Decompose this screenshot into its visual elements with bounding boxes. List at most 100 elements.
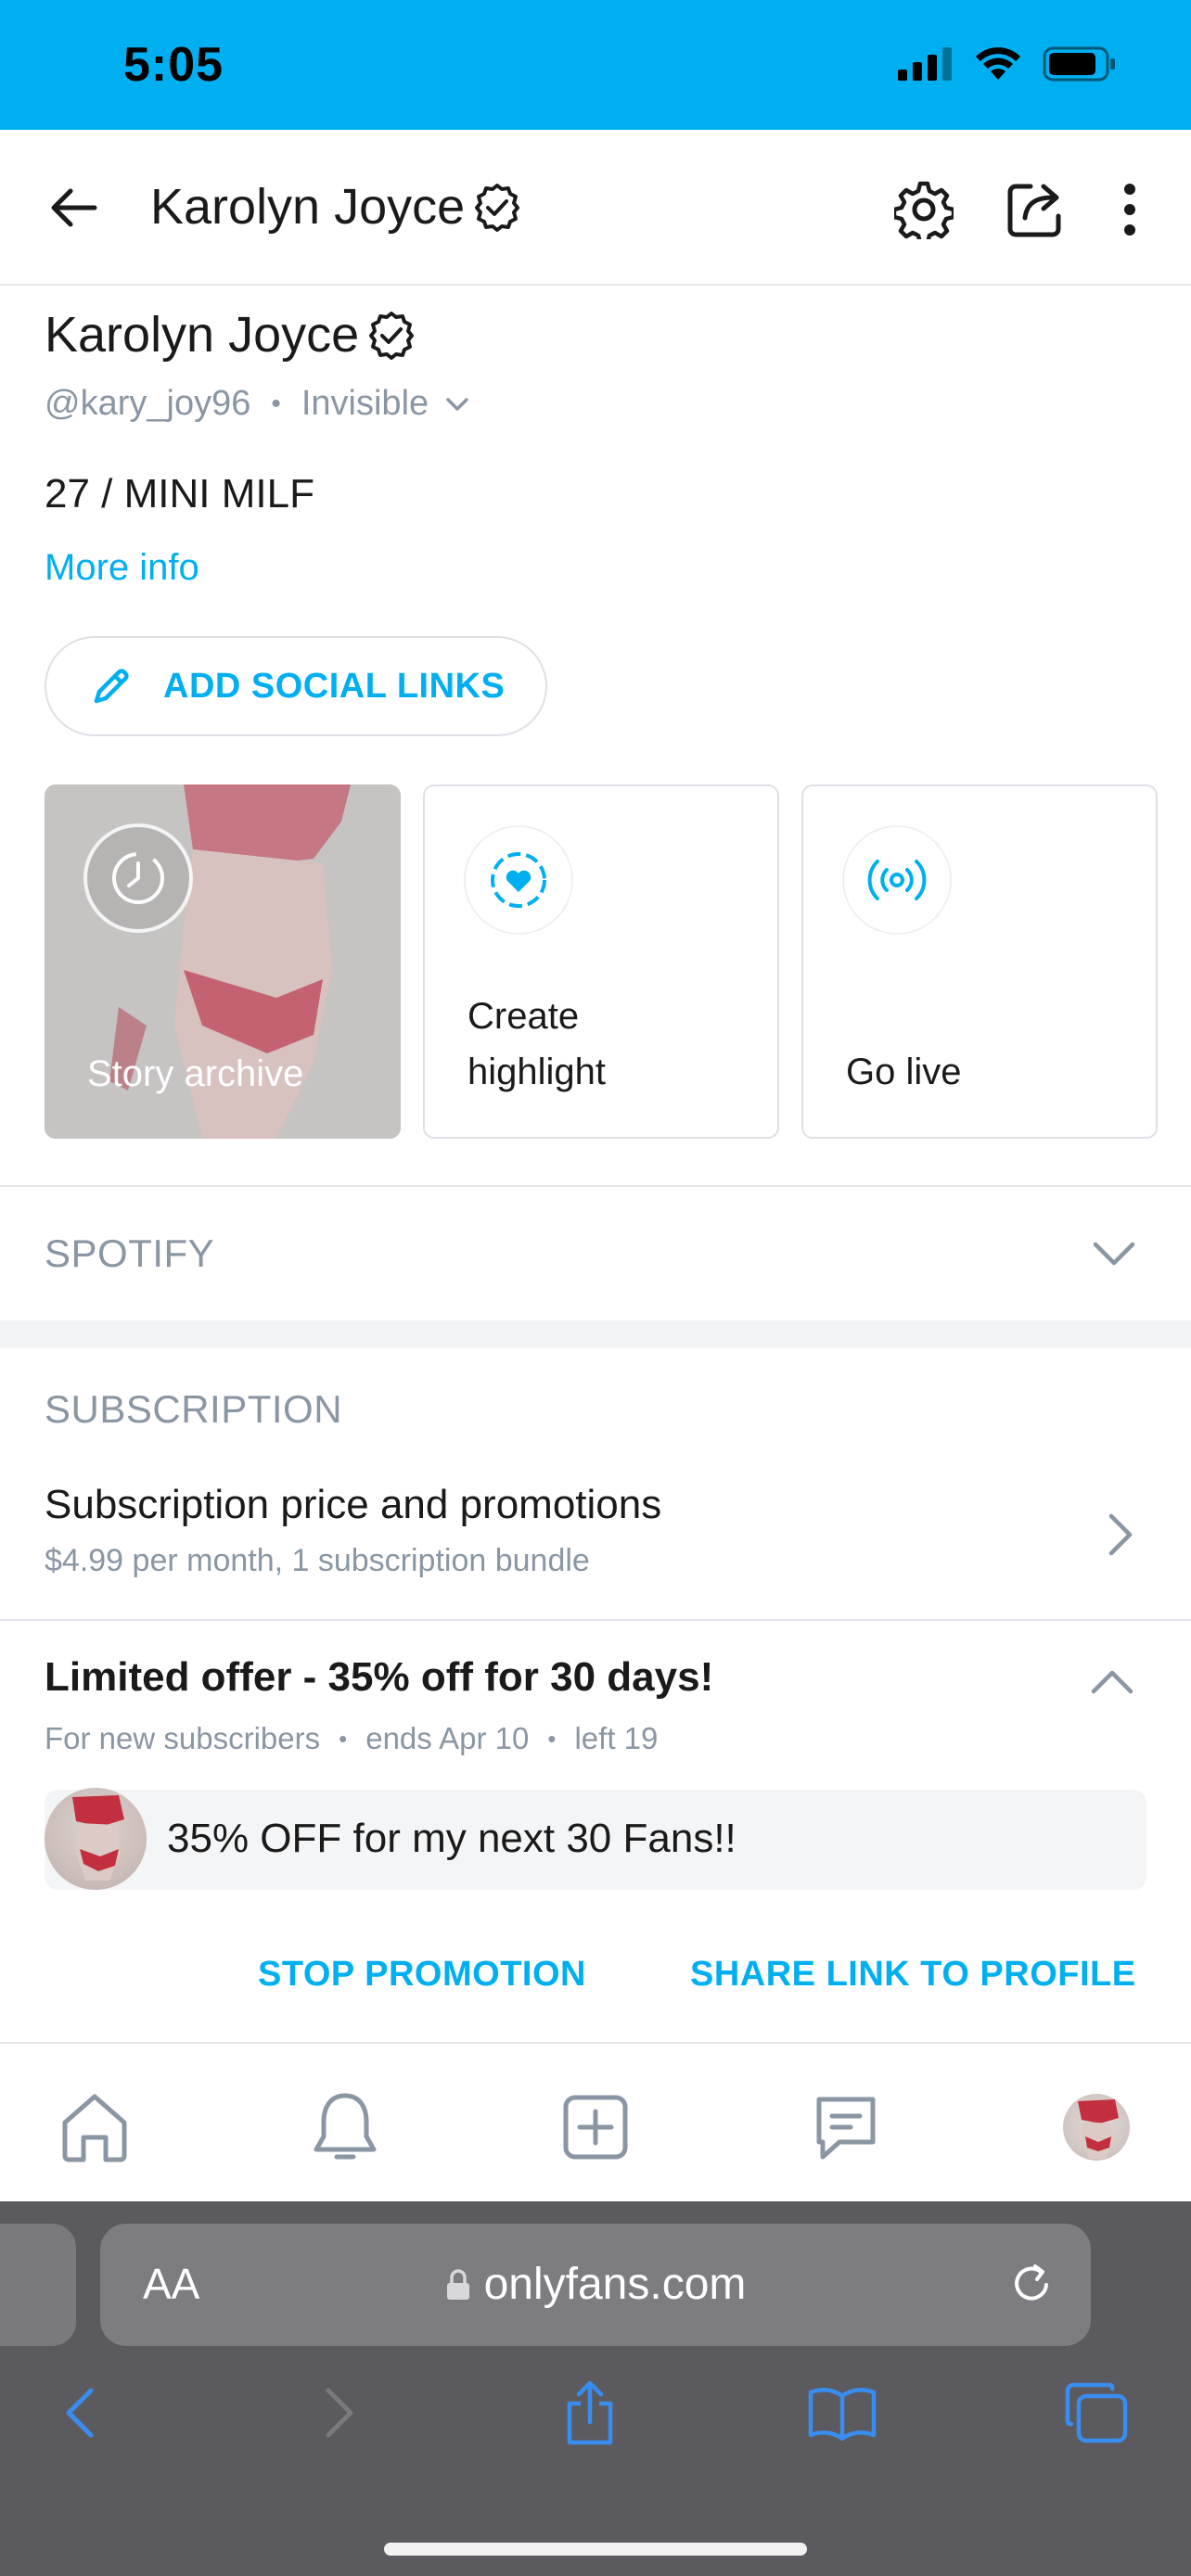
stop-promotion-button[interactable]: STOP PROMOTION [258,1955,586,1995]
profile-name-text: Karolyn Joyce [45,307,360,363]
separator-dot: • [339,1724,348,1753]
profile-bio: 27 / MINI MILF [45,471,314,516]
create-highlight-icon-wrap [464,825,573,935]
share-profile-button[interactable] [1004,178,1067,241]
username: @kary_joy96 [45,384,251,423]
header-title: Karolyn Joyce [150,178,522,236]
more-info-link[interactable]: More info [45,547,199,589]
subscription-price-row[interactable]: Subscription price and promotions $4.99 … [0,1469,1191,1621]
settings-button[interactable] [892,178,955,241]
profile-subline: @kary_joy96 • Invisible [45,384,469,424]
nav-profile[interactable] [1057,2088,1135,2166]
message-icon [816,2097,876,2160]
safari-share-button[interactable] [553,2376,627,2450]
safari-back-button[interactable] [43,2376,117,2450]
section-gap [0,1320,1191,1348]
offer-audience: For new subscribers [45,1721,321,1755]
safari-tabs-button[interactable] [1059,2376,1133,2450]
plus-square-icon [563,2095,628,2160]
offer-ends: ends Apr 10 [365,1721,530,1755]
story-archive-card[interactable]: Story archive [45,784,401,1139]
signal-icon [898,47,952,81]
home-icon [62,2094,127,2162]
safari-forward-button[interactable] [302,2376,377,2450]
go-live-label: Go live [846,1052,962,1092]
avatar [45,1788,147,1890]
separator-dot: • [547,1724,557,1753]
nav-messages[interactable] [807,2088,885,2166]
chevron-down-icon [446,397,468,411]
broadcast-icon [867,860,927,900]
create-highlight-label-line2: highlight [467,1052,607,1092]
create-highlight-card[interactable]: Create highlight [423,784,779,1139]
avatar-image [1078,2099,1119,2159]
status-bar: 5:05 [0,0,1191,130]
tabs-icon [1065,2382,1128,2443]
previous-tab-preview[interactable] [0,2224,76,2346]
bottom-navigation [0,2042,1191,2201]
spotify-section[interactable]: SPOTIFY [0,1187,1191,1320]
clock-icon [112,852,164,904]
back-button[interactable] [45,178,104,237]
avatar [1063,2094,1130,2161]
address-bar[interactable]: AA onlyfans.com [100,2224,1091,2346]
gear-icon [894,181,954,239]
chevron-up-icon[interactable] [1089,1667,1135,1697]
status-time: 5:05 [123,38,224,92]
url-text: onlyfans.com [483,2260,747,2309]
lock-icon [446,2268,469,2300]
more-options-button[interactable] [1098,178,1161,241]
nav-new-post[interactable] [557,2088,634,2166]
create-highlight-label-line1: Create [467,996,580,1037]
offer-left: left 19 [574,1721,659,1755]
offer-title: Limited offer - 35% off for 30 days! [45,1654,714,1700]
add-social-links-label: ADD SOCIAL LINKS [163,666,506,706]
limited-offer-section: Limited offer - 35% off for 30 days! For… [0,1621,1191,2042]
avatar-image [72,1795,124,1881]
nav-notifications[interactable] [306,2088,384,2166]
header-title-text: Karolyn Joyce [150,179,466,235]
back-arrow-icon [51,188,97,227]
story-archive-icon-wrap [83,823,193,933]
promo-message-box: 35% OFF for my next 30 Fans!! [45,1788,1146,1890]
safari-back-icon [66,2388,94,2438]
safari-forward-icon [326,2388,353,2438]
subscription-row-title: Subscription price and promotions [45,1482,662,1527]
spotify-label: SPOTIFY [45,1231,215,1275]
promo-message: 35% OFF for my next 30 Fans!! [167,1816,736,1861]
chevron-down-icon [1093,1242,1135,1266]
heart-icon [491,852,546,908]
bell-icon [314,2093,377,2160]
url-display: onlyfans.com [100,2259,1091,2310]
status-icons [898,46,1117,82]
browser-toolbar: AA onlyfans.com [0,2201,1191,2576]
bookmarks-icon [808,2388,877,2441]
share-icon [1007,184,1061,237]
offer-meta: For new subscribers • ends Apr 10 • left… [45,1721,658,1756]
wifi-icon [976,47,1020,80]
battery-icon [1043,46,1115,82]
verified-icon [369,312,415,360]
safari-bookmarks-button[interactable] [805,2376,879,2450]
nav-home[interactable] [56,2088,134,2166]
separator-dot: • [271,388,281,419]
visibility-status: Invisible [301,384,429,423]
go-live-card[interactable]: Go live [801,784,1158,1139]
add-social-links-button[interactable]: ADD SOCIAL LINKS [45,636,547,736]
subscription-row-detail: $4.99 per month, 1 subscription bundle [45,1543,590,1578]
create-highlight-label: Create highlight [467,988,606,1100]
safari-share-icon [567,2380,613,2445]
home-indicator[interactable] [384,2543,807,2556]
profile-name: Karolyn Joyce [45,306,416,363]
subscription-label: SUBSCRIPTION [45,1387,343,1431]
story-archive-label: Story archive [87,1053,304,1094]
go-live-icon-wrap [842,825,952,935]
verified-icon [475,184,520,232]
reload-icon[interactable] [1007,2259,1056,2307]
pencil-icon [94,669,129,704]
profile-header: Karolyn Joyce [0,130,1191,286]
chevron-right-icon [1108,1513,1133,1556]
visibility-status-dropdown[interactable]: Invisible [301,384,469,424]
more-icon [1124,184,1135,236]
share-link-to-profile-button[interactable]: SHARE LINK TO PROFILE [690,1955,1136,1995]
